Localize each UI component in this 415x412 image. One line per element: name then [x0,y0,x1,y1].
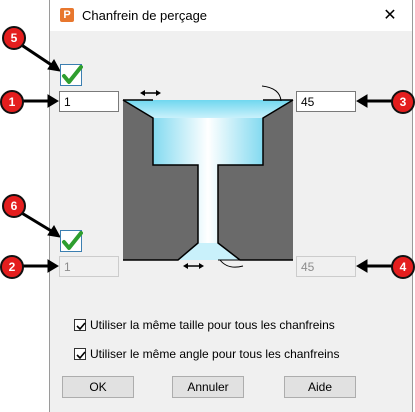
same-angle-checkbox[interactable] [74,348,86,360]
cancel-button[interactable]: Annuler [172,376,244,398]
same-angle-label: Utiliser le même angle pour tous les cha… [90,347,340,361]
bottom-chamfer-checkbox[interactable] [60,230,83,252]
green-check-icon [62,65,83,84]
ok-button[interactable]: OK [62,376,134,398]
bottom-angle-mark [218,259,244,268]
callout-4: 4 [391,255,415,279]
check-icon [76,351,86,360]
same-size-checkbox[interactable] [74,319,86,331]
bottom-size-input[interactable] [59,256,119,277]
top-angle-mark [261,85,293,102]
bottom-size-arrow [183,263,204,269]
help-button[interactable]: Aide [284,376,356,398]
callout-5: 5 [2,26,26,50]
callout-1: 1 [0,90,24,114]
same-size-label: Utiliser la même taille pour tous les ch… [90,318,335,332]
callout-2: 2 [0,255,24,279]
same-angle-option[interactable]: Utiliser le même angle pour tous les cha… [74,347,339,361]
top-size-arrow [140,90,161,96]
callout-3: 3 [391,90,415,114]
green-check-icon [62,231,83,250]
check-icon [76,322,86,331]
callout-6: 6 [2,194,26,218]
top-angle-input[interactable] [296,91,356,112]
top-chamfer-checkbox[interactable] [60,64,83,86]
bottom-angle-input[interactable] [296,256,356,277]
top-size-input[interactable] [59,91,119,112]
same-size-option[interactable]: Utiliser la même taille pour tous les ch… [74,318,335,332]
